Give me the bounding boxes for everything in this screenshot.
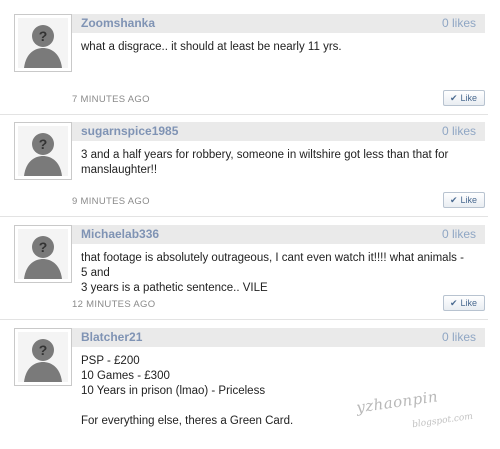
like-label: Like: [460, 298, 478, 308]
comment-line: PSP - £200: [81, 355, 140, 367]
username-link[interactable]: sugarnspice1985: [81, 124, 178, 138]
comment-text: 3 and a half years for robbery, someone …: [81, 148, 471, 178]
svg-text:?: ?: [39, 342, 48, 358]
default-avatar-icon: ?: [24, 25, 62, 68]
comment-text: that footage is absolutely outrageous, I…: [81, 251, 471, 296]
divider: [0, 319, 488, 320]
avatar[interactable]: ?: [14, 14, 72, 72]
comment-header: Michaelab336 0 likes: [72, 225, 485, 244]
timestamp: 12 MINUTES AGO: [72, 299, 156, 310]
svg-text:?: ?: [39, 28, 48, 44]
timestamp: 9 MINUTES AGO: [72, 196, 150, 207]
likes-count: 0 likes: [441, 16, 476, 30]
likes-count: 0 likes: [441, 330, 476, 344]
default-avatar-icon: ?: [24, 339, 62, 382]
comment-line: that footage is absolutely outrageous, I…: [81, 252, 464, 279]
username-link[interactable]: Michaelab336: [81, 227, 159, 241]
likes-count: 0 likes: [441, 124, 476, 138]
likes-count: 0 likes: [441, 227, 476, 241]
like-button[interactable]: ✔ Like: [443, 192, 485, 208]
avatar[interactable]: ?: [14, 225, 72, 283]
divider: [0, 216, 488, 217]
like-label: Like: [460, 195, 478, 205]
comment-line: 3 and a half years for robbery, someone …: [81, 149, 449, 161]
username-link[interactable]: Zoomshanka: [81, 16, 155, 30]
check-icon: ✔: [450, 195, 458, 205]
like-label: Like: [460, 93, 478, 103]
comment-header: Zoomshanka 0 likes: [72, 14, 485, 33]
username-link[interactable]: Blatcher21: [81, 330, 142, 344]
comment-line: what a disgrace.. it should at least be …: [81, 41, 342, 53]
check-icon: ✔: [450, 93, 458, 103]
like-button[interactable]: ✔ Like: [443, 295, 485, 311]
svg-text:?: ?: [39, 239, 48, 255]
comment-text: what a disgrace.. it should at least be …: [81, 40, 471, 55]
comment-line: 3 years is a pathetic sentence.. VILE: [81, 282, 268, 294]
comment-line: manslaughter!!: [81, 164, 158, 176]
divider: [0, 114, 488, 115]
default-avatar-icon: ?: [24, 133, 62, 176]
svg-text:?: ?: [39, 136, 48, 152]
timestamp: 7 MINUTES AGO: [72, 94, 150, 105]
avatar[interactable]: ?: [14, 328, 72, 386]
comment-header: sugarnspice1985 0 likes: [72, 122, 485, 141]
avatar[interactable]: ?: [14, 122, 72, 180]
comment-header: Blatcher21 0 likes: [72, 328, 485, 347]
default-avatar-icon: ?: [24, 236, 62, 279]
comment-line: 10 Games - £300: [81, 370, 170, 382]
check-icon: ✔: [450, 298, 458, 308]
like-button[interactable]: ✔ Like: [443, 90, 485, 106]
